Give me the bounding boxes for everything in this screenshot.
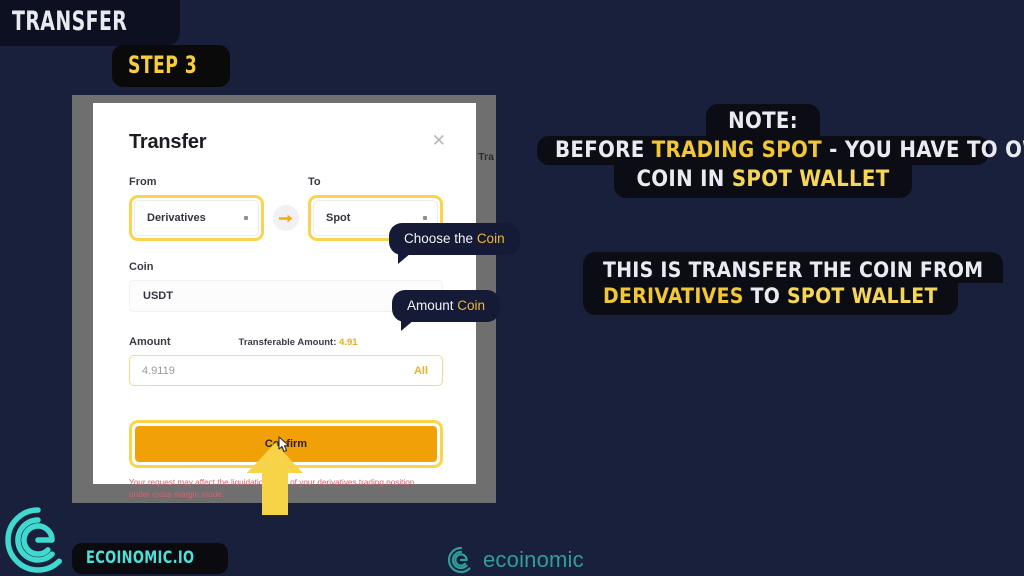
coin-label: Coin [129, 261, 154, 273]
note1-line3-a: COIN IN [636, 167, 732, 192]
note1-line2-highlight: TRADING SPOT [651, 138, 822, 163]
coin-select-value: USDT [143, 290, 173, 302]
amount-input[interactable]: 4.9119 All [129, 355, 443, 386]
amount-label: Amount [129, 336, 171, 348]
note1-line3-highlight: SPOT WALLET [731, 167, 890, 192]
note-block-primary: NOTE: BEFORE TRADING SPOT - YOU HAVE TO … [537, 104, 1024, 198]
note-block-secondary: THIS IS TRANSFER THE COIN FROM DERIVATIV… [583, 252, 1004, 315]
tooltip-amount-coin-text: Amount [407, 298, 458, 313]
ecoinomic-watermark-icon [447, 546, 471, 574]
note1-line1: NOTE: [706, 104, 820, 136]
note1-line2: BEFORE TRADING SPOT - YOU HAVE TO OWN [537, 136, 1024, 165]
arrow-right-icon [278, 214, 292, 222]
note2-line2-middle: TO [743, 284, 788, 308]
tooltip-choose-coin-highlight: Coin [476, 231, 505, 246]
from-select-highlight: Derivatives [129, 195, 264, 241]
pointing-up-arrow-icon [247, 443, 303, 515]
watermark: ecoinomic [447, 546, 584, 574]
from-select[interactable]: Derivatives [134, 200, 259, 236]
transfer-title-badge: TRANSFER [0, 0, 180, 46]
brand-pill-text: ECOINOMIC.IO [86, 548, 195, 568]
transferable-amount-label: Transferable Amount: [238, 337, 340, 348]
transferable-amount: Transferable Amount: 4.91 [239, 337, 358, 348]
note2-line2-highlight2: SPOT WALLET [787, 284, 938, 308]
note1-line2-b: - YOU HAVE TO OWN [829, 138, 1024, 163]
from-column: From Derivatives [129, 176, 264, 241]
from-select-value: Derivatives [147, 212, 206, 224]
close-icon[interactable]: ✕ [432, 132, 446, 149]
note2-line2: DERIVATIVES TO SPOT WALLET [583, 283, 958, 315]
tooltip-amount-coin: Amount Coin [392, 290, 501, 331]
amount-header: Amount Transferable Amount: 4.91 [129, 336, 443, 348]
note1-line3: COIN IN SPOT WALLET [614, 165, 912, 198]
step-badge: STEP 3 [112, 45, 231, 87]
background-tab-label: Tra [478, 152, 494, 163]
step-badge-text: STEP 3 [128, 51, 198, 79]
note2-line2-highlight1: DERIVATIVES [603, 284, 744, 308]
watermark-text: ecoinomic [483, 547, 584, 572]
tooltip-amount-coin-highlight: Coin [457, 298, 486, 313]
to-label: To [308, 176, 321, 188]
chevron-down-icon [423, 216, 427, 220]
modal-title: Transfer [129, 131, 207, 153]
ecoinomic-logo-icon [5, 507, 62, 573]
swap-direction-icon [273, 205, 299, 231]
brand-pill: ECOINOMIC.IO [72, 543, 228, 574]
chevron-down-icon [244, 216, 248, 220]
note2-line1: THIS IS TRANSFER THE COIN FROM [583, 252, 1004, 283]
tooltip-choose-coin-text: Choose the [404, 231, 477, 246]
transferable-amount-value: 4.91 [339, 337, 358, 348]
note1-line2-a: BEFORE [555, 138, 652, 163]
from-label: From [129, 176, 157, 188]
tooltip-choose-coin: Choose the Coin [389, 223, 520, 264]
to-select-value: Spot [326, 212, 351, 224]
transfer-title-text: TRANSFER [12, 6, 128, 37]
amount-all-button[interactable]: All [414, 365, 428, 377]
amount-input-value: 4.9119 [142, 364, 175, 377]
